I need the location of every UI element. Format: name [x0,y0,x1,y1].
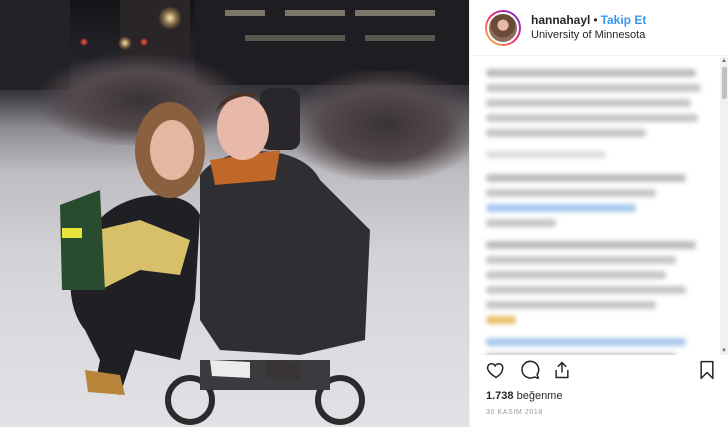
post-actions [486,360,716,386]
separator-dot: • [593,13,598,27]
heart-icon[interactable] [486,360,506,380]
people-illustration [60,88,370,425]
location-link[interactable]: University of Minnesota [531,28,646,43]
likes-number: 1.738 [486,390,514,402]
scroll-up-icon[interactable]: ▲ [721,58,727,64]
follow-button[interactable]: Takip Et [601,13,647,27]
post-side-panel: hannahayl • Takip Et University of Minneso… [469,0,728,427]
post-header: hannahayl • Takip Et University of Minneso… [470,0,728,56]
comment-icon[interactable] [520,360,540,380]
instagram-post-embed: hannahayl • Takip Et University of Minneso… [0,0,728,427]
share-icon[interactable] [552,360,572,380]
likes-label: beğenme [516,390,563,402]
bookmark-icon[interactable] [698,360,716,380]
comments-area[interactable] [470,57,720,355]
scrollbar-thumb[interactable] [722,67,727,99]
likes-count[interactable]: 1.738 beğenme [486,390,562,402]
avatar[interactable] [485,9,521,46]
scroll-down-icon[interactable]: ▼ [721,348,727,354]
post-photo[interactable] [0,0,469,427]
comments-scrollbar[interactable]: ▲ ▼ [720,57,728,355]
post-date: 30 KASIM 2018 [486,409,543,416]
username-link[interactable]: hannahayl [531,13,590,27]
blurred-caption [486,69,706,355]
